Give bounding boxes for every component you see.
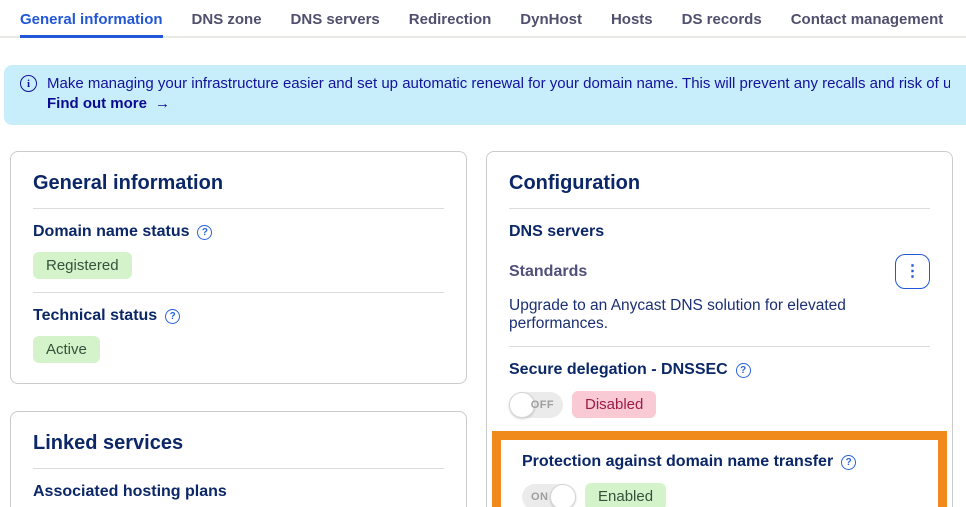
domain-name-status-label: Domain name status	[33, 223, 189, 241]
technical-status-label: Technical status	[33, 307, 157, 325]
help-icon[interactable]: ?	[736, 363, 751, 378]
tab-bar: General information DNS zone DNS servers…	[0, 0, 966, 38]
toggle-knob	[550, 484, 576, 507]
general-information-title: General information	[33, 172, 444, 195]
linked-services-title: Linked services	[33, 432, 444, 455]
domain-status-badge: Registered	[33, 252, 132, 279]
dnssec-label: Secure delegation - DNSSEC	[509, 361, 728, 379]
dns-servers-label: DNS servers	[509, 223, 604, 241]
tab-general-information[interactable]: General information	[20, 0, 163, 38]
divider	[33, 208, 444, 209]
tab-dns-zone[interactable]: DNS zone	[192, 0, 262, 38]
tab-hosts[interactable]: Hosts	[611, 0, 653, 38]
find-out-more-label: Find out more	[47, 95, 147, 112]
tab-redirection[interactable]: Redirection	[409, 0, 492, 38]
help-icon[interactable]: ?	[841, 455, 856, 470]
divider	[509, 346, 930, 347]
tab-dynhost[interactable]: DynHost	[520, 0, 582, 38]
linked-services-card: Linked services Associated hosting plans…	[10, 411, 467, 507]
info-icon: i	[20, 75, 37, 92]
dnssec-status-badge: Disabled	[572, 391, 656, 418]
configuration-title: Configuration	[509, 172, 930, 195]
tab-ds-records[interactable]: DS records	[682, 0, 762, 38]
transfer-protection-toggle[interactable]: ON	[522, 484, 576, 507]
help-icon[interactable]: ?	[197, 225, 212, 240]
find-out-more-link[interactable]: Find out more →	[47, 95, 170, 112]
transfer-protection-label: Protection against domain name transfer	[522, 453, 833, 471]
help-icon[interactable]: ?	[165, 309, 180, 324]
toggle-state-label: OFF	[531, 399, 554, 411]
divider	[509, 208, 930, 209]
transfer-protection-highlight: Protection against domain name transfer …	[492, 431, 947, 507]
dns-servers-description: Upgrade to an Anycast DNS solution for e…	[509, 297, 930, 333]
transfer-protection-status-badge: Enabled	[585, 483, 666, 507]
toggle-state-label: ON	[531, 491, 548, 503]
dnssec-toggle[interactable]: OFF	[509, 392, 563, 418]
dns-servers-value: Standards	[509, 263, 587, 281]
associated-hosting-plans-label: Associated hosting plans	[33, 483, 227, 501]
divider	[33, 292, 444, 293]
configuration-card: Configuration DNS servers Standards ⋮ Up…	[486, 151, 953, 507]
divider	[33, 468, 444, 469]
technical-status-badge: Active	[33, 336, 100, 363]
general-information-card: General information Domain name status ?…	[10, 151, 467, 384]
tab-contact-management[interactable]: Contact management	[791, 0, 944, 38]
main-content: General information Domain name status ?…	[0, 125, 966, 507]
dns-servers-actions-kebab-button[interactable]: ⋮	[895, 254, 930, 289]
arrow-right-icon: →	[155, 95, 170, 112]
banner-message: Make managing your infrastructure easier…	[47, 75, 950, 92]
tab-dns-servers[interactable]: DNS servers	[291, 0, 380, 38]
info-banner: i Make managing your infrastructure easi…	[4, 65, 966, 125]
